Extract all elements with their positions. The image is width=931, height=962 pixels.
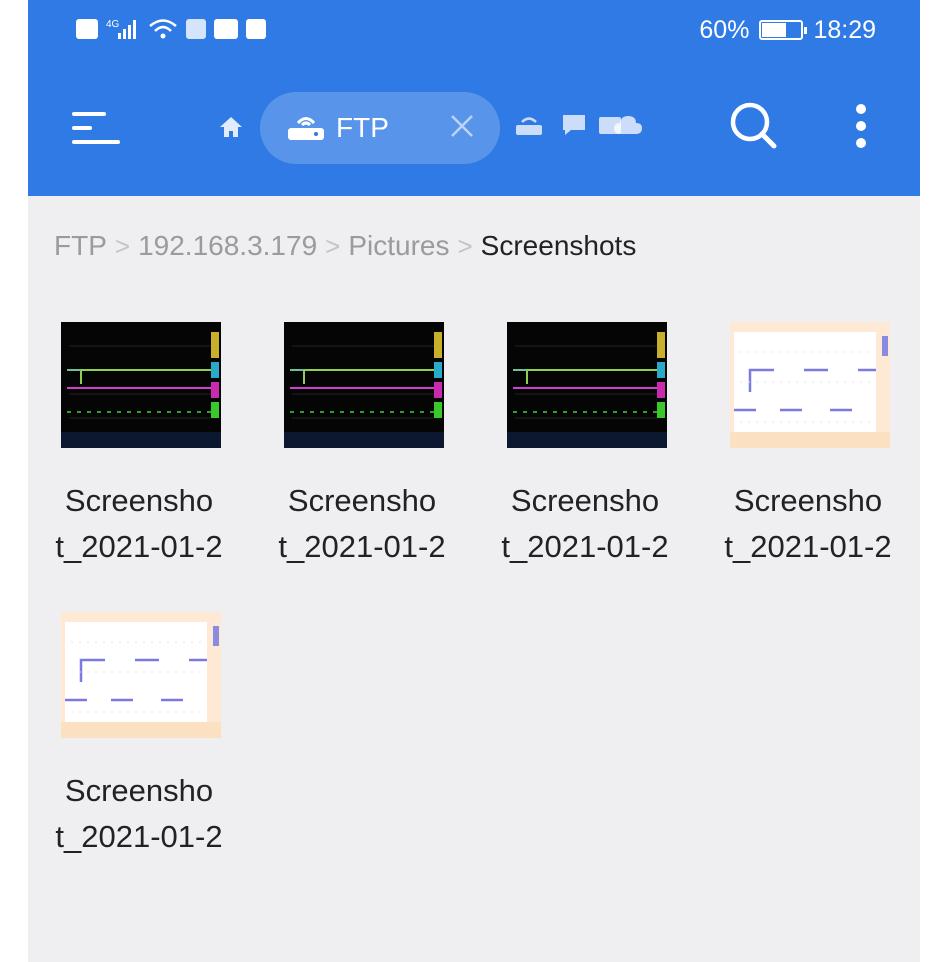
home-icon[interactable] bbox=[218, 114, 244, 140]
status-bar: 4G 60% 18:29 bbox=[28, 0, 920, 62]
file-name-line-2: t_2021-01-2 bbox=[724, 529, 892, 564]
menu-button[interactable] bbox=[68, 98, 128, 154]
file-name-line-1: Screensho bbox=[510, 483, 660, 518]
file-name-line-2: t_2021-01-2 bbox=[501, 529, 669, 564]
ftp-location-chip[interactable]: FTP bbox=[260, 92, 500, 164]
breadcrumb-pictures[interactable]: Pictures bbox=[348, 230, 449, 262]
search-icon[interactable] bbox=[724, 96, 784, 156]
svg-text:4G: 4G bbox=[106, 19, 120, 30]
app-notification-icon bbox=[246, 19, 266, 39]
file-name: Screensho t_2021-01-2 bbox=[39, 768, 239, 860]
file-name-line-2: t_2021-01-2 bbox=[278, 529, 446, 564]
file-name-line-1: Screensho bbox=[287, 483, 437, 518]
wifi-icon bbox=[149, 19, 177, 39]
more-options-icon[interactable] bbox=[840, 96, 880, 156]
chevron-right-icon: > bbox=[114, 230, 131, 261]
breadcrumb-screenshots: Screenshots bbox=[480, 230, 637, 261]
thumbnail-dark-image bbox=[507, 322, 667, 448]
network-icon[interactable] bbox=[514, 112, 544, 138]
breadcrumb-ftp[interactable]: FTP bbox=[54, 230, 107, 262]
file-name-line-1: Screensho bbox=[64, 773, 214, 808]
file-name: Screensho t_2021-01-2 bbox=[485, 478, 685, 570]
file-name: Screensho t_2021-01-2 bbox=[39, 478, 239, 570]
status-icons: 4G bbox=[76, 16, 266, 42]
file-name: Screensho t_2021-01-2 bbox=[262, 478, 462, 570]
thumbnail-light-image bbox=[61, 612, 221, 738]
file-name-line-1: Screensho bbox=[64, 483, 214, 518]
ftp-chip-label: FTP bbox=[336, 112, 389, 143]
video-icon bbox=[214, 19, 238, 39]
cloud-icon[interactable] bbox=[612, 112, 644, 138]
file-name-line-1: Screensho bbox=[733, 483, 883, 518]
file-name: Screensho t_2021-01-2 bbox=[708, 478, 908, 570]
close-icon[interactable] bbox=[444, 108, 480, 144]
hd-icon bbox=[76, 19, 98, 39]
status-right: 60% 18:29 bbox=[699, 10, 876, 50]
thumbnail-dark-image bbox=[284, 322, 444, 448]
toolbar: FTP bbox=[28, 86, 920, 166]
file-name-line-2: t_2021-01-2 bbox=[55, 819, 223, 854]
notification-icon bbox=[186, 19, 206, 39]
breadcrumb: FTP > 192.168.3.179 > Pictures > Screens… bbox=[54, 226, 636, 266]
file-name-line-2: t_2021-01-2 bbox=[55, 529, 223, 564]
battery-percent: 60% bbox=[699, 15, 750, 44]
app-header: 4G 60% 18:29 FTP bbox=[28, 0, 920, 196]
router-icon bbox=[288, 117, 324, 140]
clock: 18:29 bbox=[813, 15, 876, 44]
chat-icon[interactable] bbox=[560, 112, 588, 138]
chevron-right-icon: > bbox=[457, 230, 473, 261]
thumbnail-light-image bbox=[730, 322, 890, 448]
chevron-right-icon: > bbox=[325, 230, 341, 261]
phone-screen: 4G 60% 18:29 FTP FTP > 192.168.3.179 > P… bbox=[28, 0, 920, 962]
battery-icon bbox=[759, 20, 808, 40]
signal-icon: 4G bbox=[106, 19, 136, 39]
thumbnail-dark-image bbox=[61, 322, 221, 448]
breadcrumb-host[interactable]: 192.168.3.179 bbox=[138, 230, 317, 262]
